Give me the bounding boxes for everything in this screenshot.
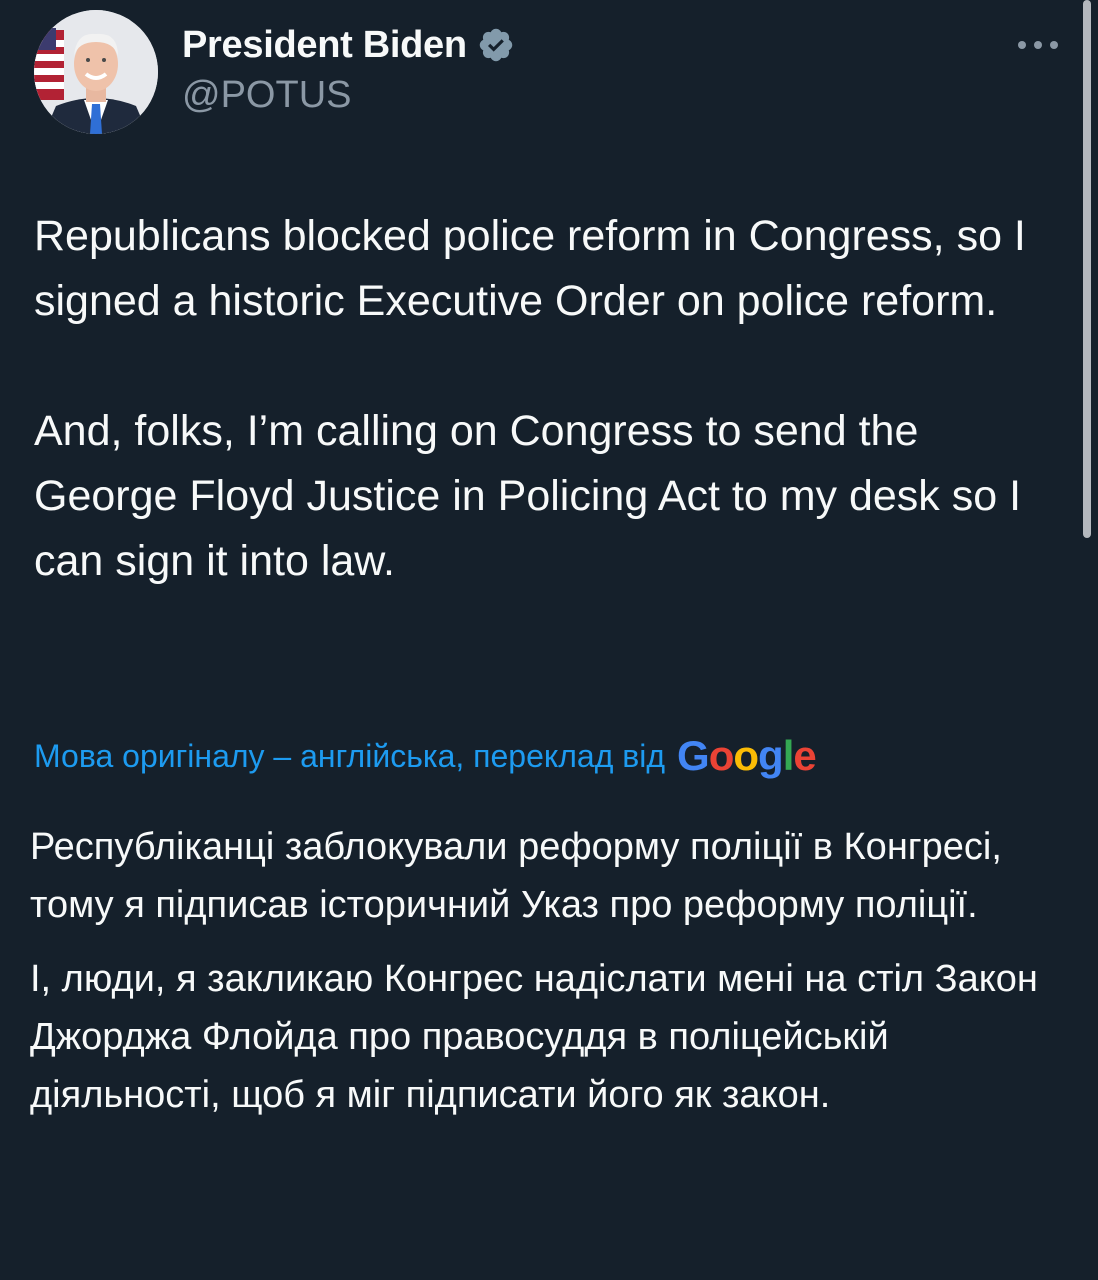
avatar[interactable] — [34, 10, 158, 134]
translated-paragraph: Республіканці заблокували реформу поліці… — [30, 826, 1002, 926]
google-logo: Google — [677, 732, 817, 779]
author-display-name[interactable]: President Biden — [182, 24, 467, 67]
translated-text: Республіканці заблокували реформу поліці… — [30, 818, 1070, 1124]
author-name-row[interactable]: President Biden — [182, 22, 515, 68]
verified-badge-icon[interactable] — [477, 26, 515, 64]
translated-paragraph: І, люди, я закликаю Конгрес надіслати ме… — [30, 958, 1038, 1116]
tweet-paragraph: Republicans blocked police reform in Con… — [34, 212, 1026, 325]
translation-attribution[interactable]: Мова оригіналу – англійська, переклад ві… — [34, 730, 817, 782]
tweet-paragraph: And, folks, I’m calling on Congress to s… — [34, 407, 1022, 585]
tweet-text: Republicans blocked police reform in Con… — [34, 204, 1064, 594]
more-options-icon[interactable] — [1014, 30, 1062, 60]
scrollbar[interactable] — [1083, 0, 1091, 538]
author-handle[interactable]: @POTUS — [182, 74, 351, 117]
translation-link[interactable]: Мова оригіналу – англійська, переклад ві… — [34, 738, 665, 775]
